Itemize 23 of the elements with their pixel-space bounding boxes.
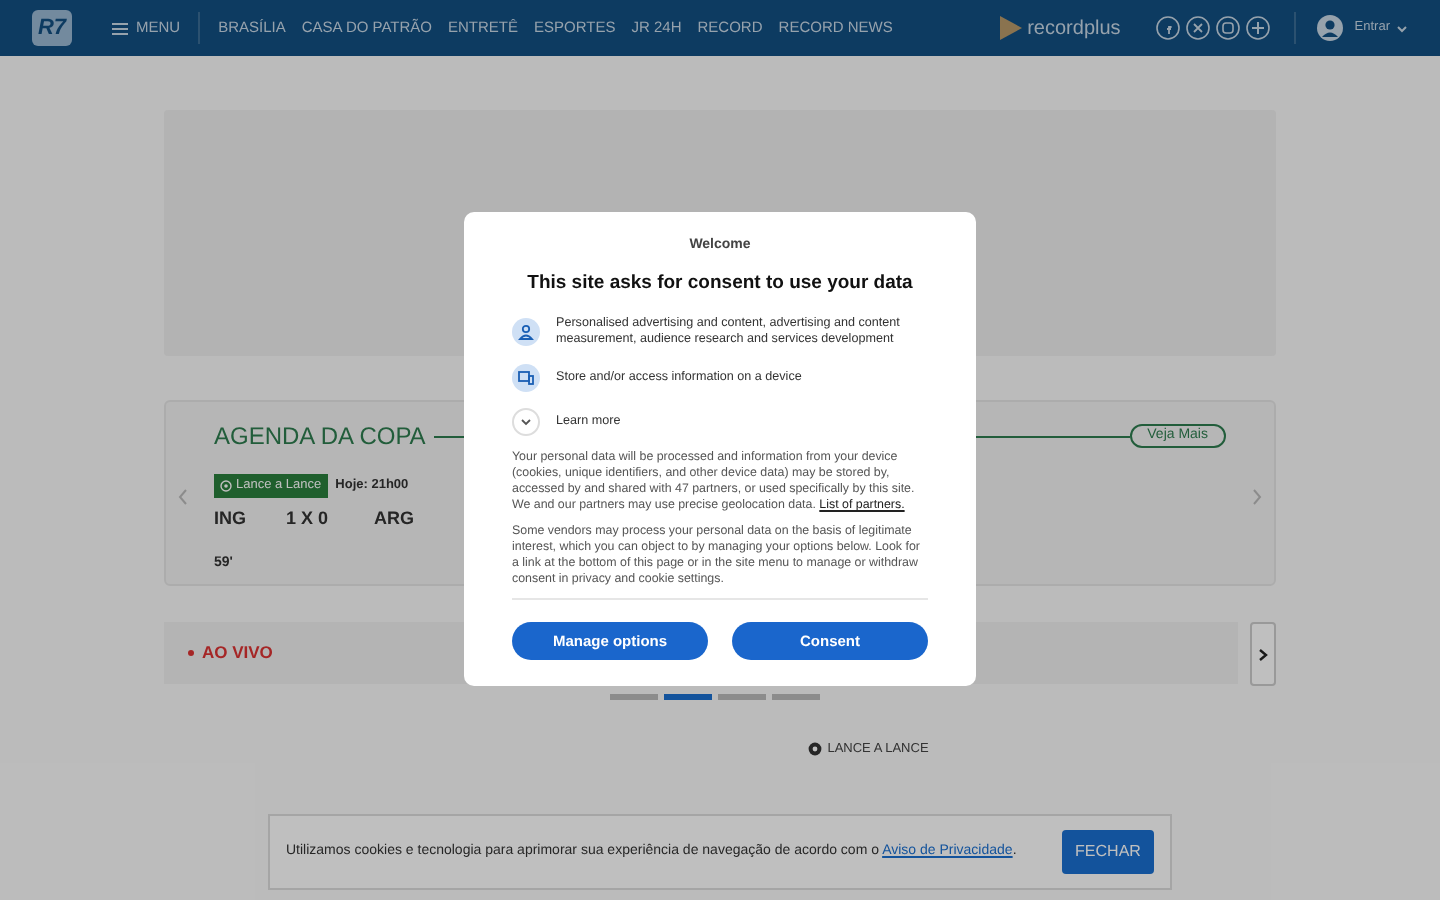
chevron-down-icon (1396, 23, 1408, 33)
plus-icon[interactable] (1246, 16, 1271, 40)
live-label: AO VIVO (188, 640, 273, 666)
person-icon (512, 317, 540, 346)
team-name: ARG (374, 506, 414, 532)
match-score: 1 X 0 (286, 506, 331, 532)
chevron-down-icon[interactable] (512, 407, 540, 436)
brand-logo[interactable]: recordplus (995, 13, 1121, 43)
play-icon (995, 14, 1024, 42)
chevron-right-icon (1258, 647, 1268, 661)
close-button[interactable]: FECHAR (1062, 830, 1154, 874)
logo[interactable]: R7 (32, 10, 72, 46)
facebook-icon[interactable] (1156, 16, 1181, 40)
next-button[interactable] (1250, 622, 1276, 686)
dialog-title: This site asks for consent to use your data (525, 269, 915, 297)
user-icon[interactable] (1316, 14, 1345, 42)
menu-icon (112, 21, 128, 35)
devices-icon (512, 363, 540, 392)
target-icon (220, 480, 232, 492)
team-name: ING (214, 506, 249, 532)
ball-icon (807, 742, 822, 757)
x-icon[interactable] (1186, 16, 1211, 40)
section-title: AGENDA DA COPA (214, 420, 426, 454)
